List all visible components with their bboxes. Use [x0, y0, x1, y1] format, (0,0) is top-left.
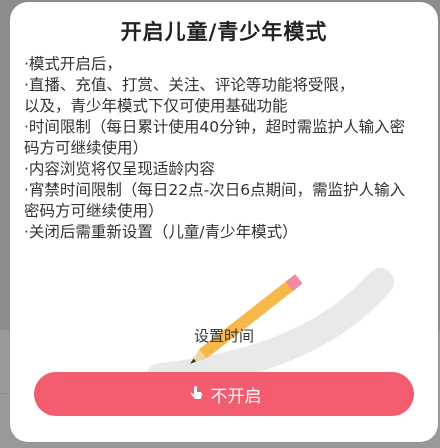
dialog-title: 开启儿童/青少年模式 — [120, 20, 328, 44]
rule-line: ·模式开启后， — [24, 55, 122, 73]
setting-label: 设置时间 — [193, 327, 254, 345]
rule-line: ·内容浏览将仅呈现适龄内容 — [24, 160, 215, 178]
cta-label: 不开启 — [210, 386, 262, 406]
rule-line: ·关闭后需重新设置（儿童/青少年模式） — [24, 223, 298, 241]
hand-pointer-icon — [187, 385, 205, 403]
rule-line: ·宵禁时间限制（每日22点-次日6点期间，需监护人输入密码方可继续使用） — [24, 181, 406, 220]
rule-line: 以及，青少年模式下仅可使用基础功能 — [24, 97, 288, 115]
rule-line: ·时间限制（每日累计使用40分钟，超时需监护人输入密码方可继续使用） — [24, 118, 406, 157]
rule-line: ·直播、充值、打赏、关注、评论等功能将受限， — [24, 76, 355, 94]
rules-text: ·模式开启后， ·直播、充值、打赏、关注、评论等功能将受限， 以及，青少年模式下… — [24, 54, 416, 243]
do-not-enable-button[interactable]: 不开启 — [34, 372, 414, 416]
mode-dialog: 开启儿童/青少年模式 ·模式开启后， ·直播、充值、打赏、关注、评论等功能将受限… — [10, 2, 438, 442]
pencil-illustration — [146, 268, 394, 382]
